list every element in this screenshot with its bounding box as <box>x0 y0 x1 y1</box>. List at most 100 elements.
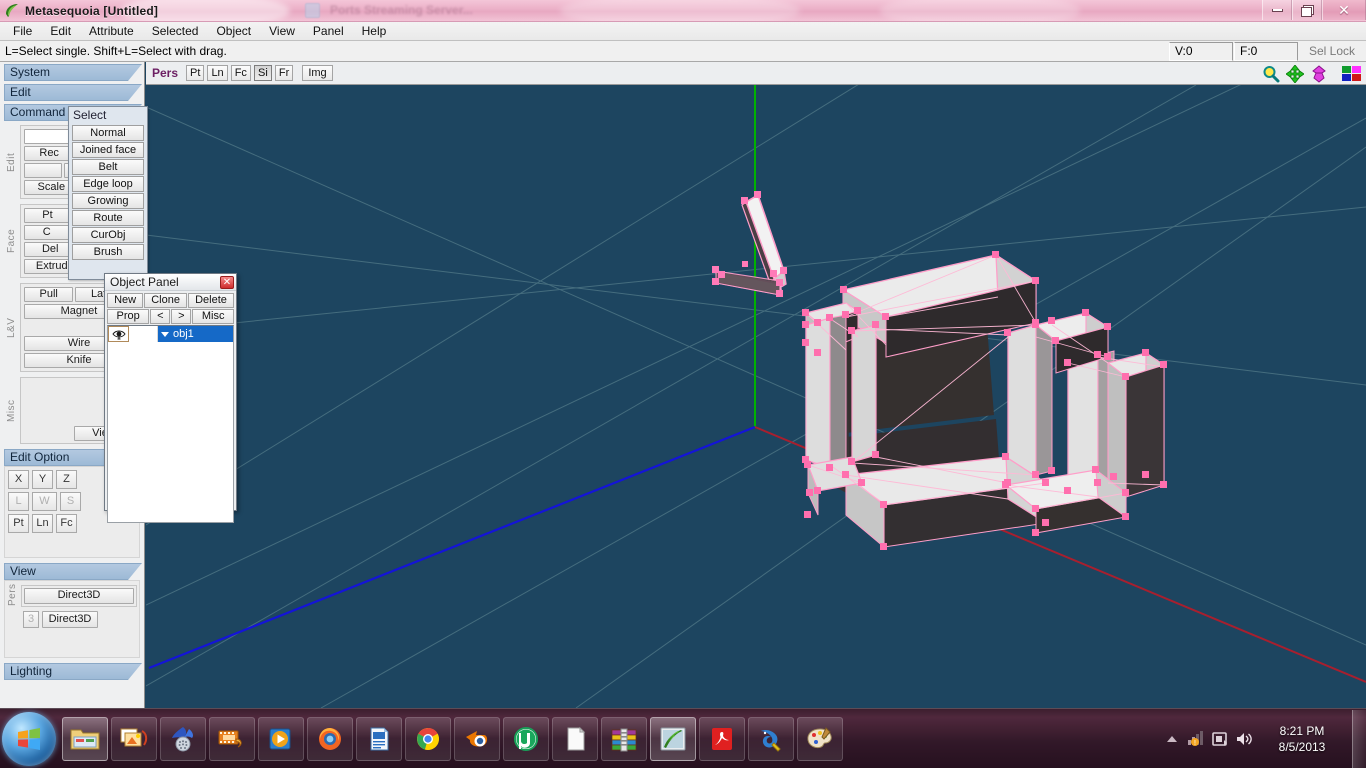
menu-help[interactable]: Help <box>353 23 396 39</box>
select-belt-button[interactable]: Belt <box>72 159 144 175</box>
taskbar-item-movie-maker[interactable] <box>209 716 255 761</box>
taskbar-item-chrome[interactable] <box>405 716 451 761</box>
viewport-img-button[interactable]: Img <box>302 65 333 81</box>
minimize-button[interactable] <box>1262 0 1292 20</box>
taskbar-item-blender[interactable] <box>454 716 500 761</box>
vertex-count: V:0 <box>1169 41 1233 61</box>
photo-viewer-icon <box>120 728 148 746</box>
object-clone-button[interactable]: Clone <box>144 293 188 308</box>
axis-z-toggle[interactable]: Z <box>56 470 77 489</box>
taskbar-item-wizard-hat[interactable] <box>160 716 206 761</box>
section-lighting[interactable]: Lighting <box>4 663 142 680</box>
select-edge-loop-button[interactable]: Edge loop <box>72 176 144 192</box>
adobe-reader-icon <box>712 727 732 750</box>
viewport-ln-button[interactable]: Ln <box>207 65 228 81</box>
close-button[interactable]: ✕ <box>1322 0 1366 20</box>
element-fc-toggle[interactable]: Fc <box>56 514 77 533</box>
view-index-label: 3 <box>23 611 39 628</box>
taskbar-item-windows-explorer[interactable] <box>62 716 108 761</box>
show-hidden-icons-button[interactable] <box>1160 724 1184 754</box>
cmd-rec-button[interactable]: Rec <box>24 146 75 161</box>
section-system[interactable]: System <box>4 64 142 81</box>
space-w-toggle[interactable]: W <box>32 492 57 511</box>
select-normal-button[interactable]: Normal <box>72 125 144 141</box>
element-pt-toggle[interactable]: Pt <box>8 514 29 533</box>
taskbar-item-winrar[interactable] <box>601 716 647 761</box>
zoom-magnifier-icon[interactable] <box>1262 65 1280 83</box>
taskbar-item-photo-viewer[interactable] <box>111 716 157 761</box>
network-tray-icon[interactable]: ! <box>1184 724 1208 754</box>
cmd-blank-button[interactable] <box>24 163 62 178</box>
winrar-icon <box>611 728 637 751</box>
object-list-item-row[interactable]: obj1 <box>158 326 233 342</box>
object-new-button[interactable]: New <box>107 293 144 308</box>
viewport-pt-button[interactable]: Pt <box>186 65 205 81</box>
object-prop-button[interactable]: Prop <box>107 309 150 324</box>
taskbar-item-utorrent[interactable] <box>503 716 549 761</box>
section-view[interactable]: View <box>4 563 142 580</box>
show-desktop-button[interactable] <box>1352 710 1366 768</box>
object-panel-titlebar[interactable]: Object Panel ✕ <box>105 274 236 291</box>
menu-attribute[interactable]: Attribute <box>80 23 143 39</box>
eye-icon[interactable] <box>108 326 129 342</box>
object-panel-title: Object Panel <box>110 275 179 289</box>
menu-panel[interactable]: Panel <box>304 23 353 39</box>
rotate-icon[interactable] <box>1310 65 1328 83</box>
select-route-button[interactable]: Route <box>72 210 144 226</box>
volume-tray-icon[interactable] <box>1232 724 1256 754</box>
taskbar-item-document[interactable] <box>552 716 598 761</box>
view-renderer-button[interactable]: Direct3D <box>24 588 134 604</box>
start-button[interactable] <box>2 711 56 766</box>
window-titlebar[interactable]: Metasequoia [Untitled] Ports Streaming S… <box>0 0 1366 22</box>
object-misc-button[interactable]: Misc <box>192 309 235 324</box>
viewport-si-button[interactable]: Si <box>253 65 272 81</box>
menu-selected[interactable]: Selected <box>143 23 208 39</box>
restore-button[interactable] <box>1292 0 1322 20</box>
taskbar-item-media-player[interactable] <box>258 716 304 761</box>
document-icon <box>567 726 586 750</box>
object-list[interactable]: obj1 <box>107 325 234 523</box>
axis-x-toggle[interactable]: X <box>8 470 29 489</box>
cmd-pt-button[interactable]: Pt <box>24 208 71 223</box>
viewport-fr-button[interactable]: Fr <box>274 65 294 81</box>
object-prev-button[interactable]: < <box>150 309 171 324</box>
taskbar-item-metasequoia[interactable] <box>650 716 696 761</box>
taskbar-item-firefox[interactable] <box>307 716 353 761</box>
object-next-button[interactable]: > <box>171 309 192 324</box>
taskbar-item-libreoffice-writer[interactable] <box>356 716 402 761</box>
element-ln-toggle[interactable]: Ln <box>32 514 53 533</box>
cmd-c-button[interactable]: C <box>24 225 70 240</box>
chevron-down-icon[interactable] <box>161 331 169 337</box>
cmd-pull-button[interactable]: Pull <box>24 287 74 302</box>
menu-file[interactable]: File <box>4 23 41 39</box>
taskbar-items <box>62 716 843 761</box>
view-renderer-button-2[interactable]: Direct3D <box>42 611 98 628</box>
axis-y-toggle[interactable]: Y <box>32 470 53 489</box>
viewport-fc-button[interactable]: Fc <box>230 65 251 81</box>
clock[interactable]: 8:21 PM 8/5/2013 <box>1256 723 1348 755</box>
taskbar-item-paint[interactable] <box>797 716 843 761</box>
space-s-toggle[interactable]: S <box>60 492 81 511</box>
space-l-toggle[interactable]: L <box>8 492 29 511</box>
color-swatch-icon[interactable] <box>1342 66 1362 82</box>
object-list-indent <box>129 326 158 342</box>
object-delete-button[interactable]: Delete <box>188 293 234 308</box>
sel-lock-button[interactable]: Sel Lock <box>1299 41 1365 61</box>
select-growing-button[interactable]: Growing <box>72 193 144 209</box>
select-joined-face-button[interactable]: Joined face <box>72 142 144 158</box>
restore-icon <box>1301 4 1314 17</box>
object-list-item[interactable]: obj1 <box>108 326 233 342</box>
pan-move-icon[interactable] <box>1286 65 1304 83</box>
section-edit[interactable]: Edit <box>4 84 142 101</box>
object-panel-close-button[interactable]: ✕ <box>220 275 234 289</box>
menu-edit[interactable]: Edit <box>41 23 80 39</box>
menu-view[interactable]: View <box>260 23 304 39</box>
taskbar-item-adobe-reader[interactable] <box>699 716 745 761</box>
menu-object[interactable]: Object <box>207 23 260 39</box>
taskbar-item-bluebird-editor[interactable] <box>748 716 794 761</box>
viewport-3d[interactable]: Pers Pt Ln Fc Si Fr Img <box>146 62 1366 708</box>
viewport-scene[interactable] <box>146 85 1366 708</box>
select-brush-button[interactable]: Brush <box>72 244 144 260</box>
select-curobj-button[interactable]: CurObj <box>72 227 144 243</box>
action-center-tray-icon[interactable] <box>1208 724 1232 754</box>
